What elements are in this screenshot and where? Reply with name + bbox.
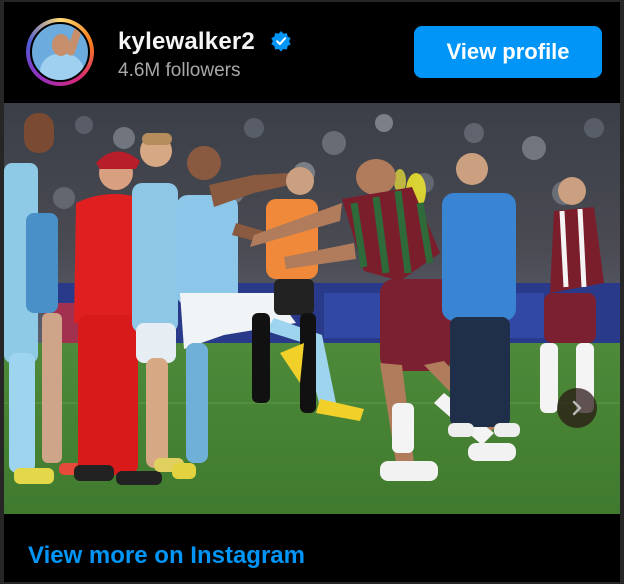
avatar-image [30, 22, 90, 82]
follower-count: 4.6M followers [118, 60, 241, 81]
post-media-photo[interactable] [4, 103, 620, 514]
view-profile-button[interactable]: View profile [414, 26, 602, 78]
profile-header: kylewalker2 4.6M followers View profile [4, 2, 620, 102]
football-scuffle-photo [4, 103, 620, 514]
verified-badge-icon [271, 31, 291, 52]
next-slide-button[interactable] [557, 388, 597, 428]
view-more-on-instagram-link[interactable]: View more on Instagram [28, 542, 305, 570]
chevron-right-icon [572, 400, 582, 416]
profile-username[interactable]: kylewalker2 [118, 28, 255, 56]
instagram-embed-card: kylewalker2 4.6M followers View profile [4, 2, 620, 582]
profile-avatar[interactable] [26, 18, 94, 86]
